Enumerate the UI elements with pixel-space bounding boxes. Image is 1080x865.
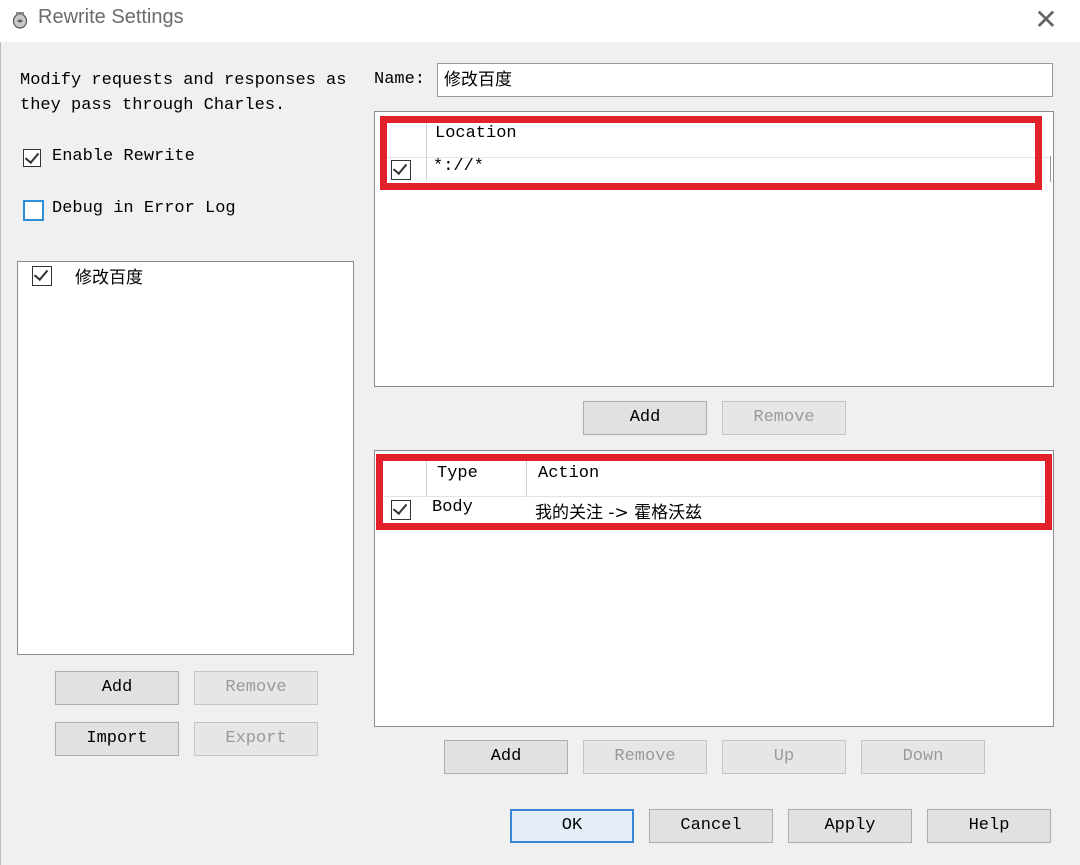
rule-set-name: 修改百度 bbox=[75, 268, 143, 288]
description-text: Modify requests and responses as they pa… bbox=[20, 71, 347, 115]
title-bar: Rewrite Settings ✕ bbox=[0, 0, 1080, 42]
debug-error-log-label: Debug in Error Log bbox=[52, 199, 236, 218]
add-location-button[interactable]: Add bbox=[583, 401, 707, 435]
add-rule-set-button[interactable]: Add bbox=[55, 671, 179, 705]
down-button[interactable]: Down bbox=[861, 740, 985, 774]
location-highlight-box bbox=[380, 116, 1042, 190]
help-button[interactable]: Help bbox=[927, 809, 1051, 843]
cancel-button[interactable]: Cancel bbox=[649, 809, 773, 843]
remove-rule-button[interactable]: Remove bbox=[583, 740, 707, 774]
rule-set-list[interactable]: 修改百度 bbox=[17, 261, 354, 655]
name-label: Name: bbox=[374, 70, 426, 89]
rule-highlight-box bbox=[376, 454, 1052, 530]
ok-button[interactable]: OK bbox=[510, 809, 634, 843]
table-edge bbox=[1050, 156, 1051, 182]
list-item[interactable]: 修改百度 bbox=[18, 262, 353, 290]
enable-rewrite-label: Enable Rewrite bbox=[52, 147, 195, 166]
import-button[interactable]: Import bbox=[55, 722, 179, 756]
window-title: Rewrite Settings bbox=[38, 6, 184, 28]
debug-error-log-checkbox[interactable] bbox=[23, 200, 44, 221]
enable-rewrite-checkbox[interactable] bbox=[23, 149, 41, 167]
apply-button[interactable]: Apply bbox=[788, 809, 912, 843]
add-rule-button[interactable]: Add bbox=[444, 740, 568, 774]
window-border bbox=[0, 42, 1, 865]
remove-location-button[interactable]: Remove bbox=[722, 401, 846, 435]
rule-set-checkbox[interactable] bbox=[32, 266, 52, 286]
charles-vase-icon bbox=[12, 12, 28, 29]
close-icon[interactable]: ✕ bbox=[1030, 4, 1062, 36]
name-input[interactable]: 修改百度 bbox=[437, 63, 1053, 97]
export-button[interactable]: Export bbox=[194, 722, 318, 756]
remove-rule-set-button[interactable]: Remove bbox=[194, 671, 318, 705]
up-button[interactable]: Up bbox=[722, 740, 846, 774]
